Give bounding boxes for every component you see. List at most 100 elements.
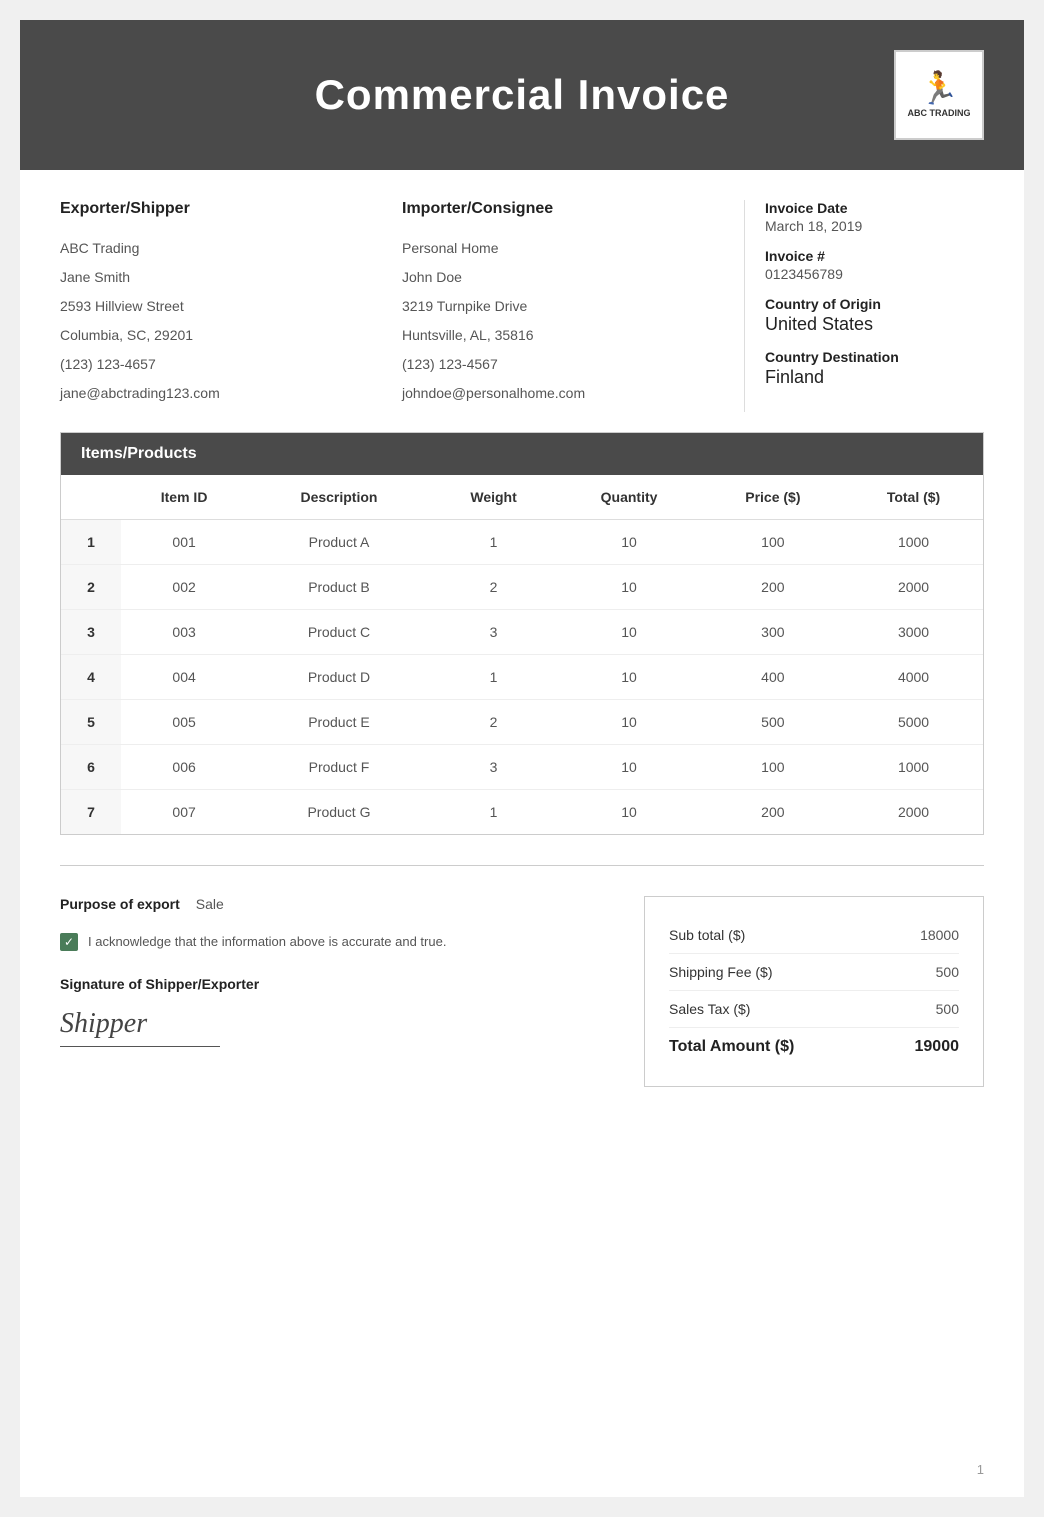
signature-area: Shipper (60, 1008, 220, 1047)
table-row: 2 002 Product B 2 10 200 2000 (61, 565, 983, 610)
row-description: Product D (247, 655, 431, 700)
importer-heading: Importer/Consignee (402, 200, 724, 222)
row-weight: 2 (431, 565, 557, 610)
country-dest-label: Country Destination (765, 349, 984, 365)
exporter-name: Jane Smith (60, 267, 382, 288)
exporter-email: jane@abctrading123.com (60, 383, 382, 404)
row-total: 4000 (844, 655, 983, 700)
exporter-phone: (123) 123-4657 (60, 354, 382, 375)
row-total: 2000 (844, 565, 983, 610)
invoice-number-value: 0123456789 (765, 266, 984, 282)
row-description: Product E (247, 700, 431, 745)
table-row: 5 005 Product E 2 10 500 5000 (61, 700, 983, 745)
row-total: 1000 (844, 745, 983, 790)
acknowledge-row: ✓ I acknowledge that the information abo… (60, 932, 604, 952)
importer-email: johndoe@personalhome.com (402, 383, 724, 404)
col-row-num (61, 475, 121, 520)
row-weight: 3 (431, 610, 557, 655)
row-quantity: 10 (556, 655, 701, 700)
purpose-label: Purpose of export (60, 896, 180, 912)
total-value: 19000 (915, 1038, 960, 1056)
footer-section: Purpose of export Sale ✓ I acknowledge t… (20, 866, 1024, 1117)
shipping-value: 500 (936, 964, 959, 980)
row-item-id: 006 (121, 745, 247, 790)
total-label: Total Amount ($) (669, 1038, 794, 1056)
col-total: Total ($) (844, 475, 983, 520)
signature-image: Shipper (60, 1008, 220, 1040)
row-total: 3000 (844, 610, 983, 655)
importer-col: Importer/Consignee Personal Home John Do… (402, 200, 744, 412)
country-origin-value: United States (765, 314, 984, 335)
row-weight: 1 (431, 790, 557, 835)
subtotal-row: Sub total ($) 18000 (669, 917, 959, 954)
row-number: 7 (61, 790, 121, 835)
summary-box: Sub total ($) 18000 Shipping Fee ($) 500… (644, 896, 984, 1087)
row-description: Product F (247, 745, 431, 790)
exporter-col: Exporter/Shipper ABC Trading Jane Smith … (60, 200, 402, 412)
table-row: 7 007 Product G 1 10 200 2000 (61, 790, 983, 835)
row-item-id: 005 (121, 700, 247, 745)
row-price: 400 (702, 655, 844, 700)
info-section: Exporter/Shipper ABC Trading Jane Smith … (20, 170, 1024, 432)
exporter-company: ABC Trading (60, 238, 382, 259)
row-number: 2 (61, 565, 121, 610)
page-title: Commercial Invoice (150, 71, 894, 119)
invoice-number-label: Invoice # (765, 248, 984, 264)
row-number: 5 (61, 700, 121, 745)
col-price: Price ($) (702, 475, 844, 520)
signature-label: Signature of Shipper/Exporter (60, 976, 604, 992)
tax-label: Sales Tax ($) (669, 1001, 750, 1017)
subtotal-label: Sub total ($) (669, 927, 745, 943)
row-description: Product C (247, 610, 431, 655)
shipping-row: Shipping Fee ($) 500 (669, 954, 959, 991)
row-weight: 1 (431, 520, 557, 565)
acknowledge-text: I acknowledge that the information above… (88, 932, 446, 952)
tax-row: Sales Tax ($) 500 (669, 991, 959, 1028)
col-quantity: Quantity (556, 475, 701, 520)
importer-address2: Huntsville, AL, 35816 (402, 325, 724, 346)
items-table: Item ID Description Weight Quantity Pric… (61, 475, 983, 834)
meta-col: Invoice Date March 18, 2019 Invoice # 01… (744, 200, 984, 412)
row-quantity: 10 (556, 790, 701, 835)
total-row: Total Amount ($) 19000 (669, 1028, 959, 1066)
logo-icon: 🏃 (919, 72, 959, 104)
row-price: 200 (702, 790, 844, 835)
table-header-row: Item ID Description Weight Quantity Pric… (61, 475, 983, 520)
purpose-row: Purpose of export Sale (60, 896, 604, 912)
row-weight: 3 (431, 745, 557, 790)
row-description: Product A (247, 520, 431, 565)
row-number: 3 (61, 610, 121, 655)
items-heading: Items/Products (61, 433, 983, 475)
row-description: Product B (247, 565, 431, 610)
purpose-value: Sale (196, 896, 224, 912)
table-row: 3 003 Product C 3 10 300 3000 (61, 610, 983, 655)
page-number: 1 (977, 1462, 984, 1477)
logo-text: ABC TRADING (908, 108, 971, 119)
footer-left: Purpose of export Sale ✓ I acknowledge t… (60, 896, 604, 1047)
row-weight: 1 (431, 655, 557, 700)
row-price: 200 (702, 565, 844, 610)
row-total: 2000 (844, 790, 983, 835)
row-total: 5000 (844, 700, 983, 745)
row-quantity: 10 (556, 745, 701, 790)
row-item-id: 007 (121, 790, 247, 835)
row-quantity: 10 (556, 700, 701, 745)
row-item-id: 004 (121, 655, 247, 700)
exporter-address2: Columbia, SC, 29201 (60, 325, 382, 346)
exporter-address1: 2593 Hillview Street (60, 296, 382, 317)
col-item-id: Item ID (121, 475, 247, 520)
table-row: 1 001 Product A 1 10 100 1000 (61, 520, 983, 565)
row-item-id: 001 (121, 520, 247, 565)
importer-address1: 3219 Turnpike Drive (402, 296, 724, 317)
row-quantity: 10 (556, 520, 701, 565)
tax-value: 500 (936, 1001, 959, 1017)
invoice-date-value: March 18, 2019 (765, 218, 984, 234)
page-header: Commercial Invoice 🏃 ABC TRADING (20, 20, 1024, 170)
importer-phone: (123) 123-4567 (402, 354, 724, 375)
row-quantity: 10 (556, 610, 701, 655)
acknowledge-checkbox[interactable]: ✓ (60, 933, 78, 951)
invoice-date-label: Invoice Date (765, 200, 984, 216)
row-price: 500 (702, 700, 844, 745)
country-dest-value: Finland (765, 367, 984, 388)
table-row: 4 004 Product D 1 10 400 4000 (61, 655, 983, 700)
